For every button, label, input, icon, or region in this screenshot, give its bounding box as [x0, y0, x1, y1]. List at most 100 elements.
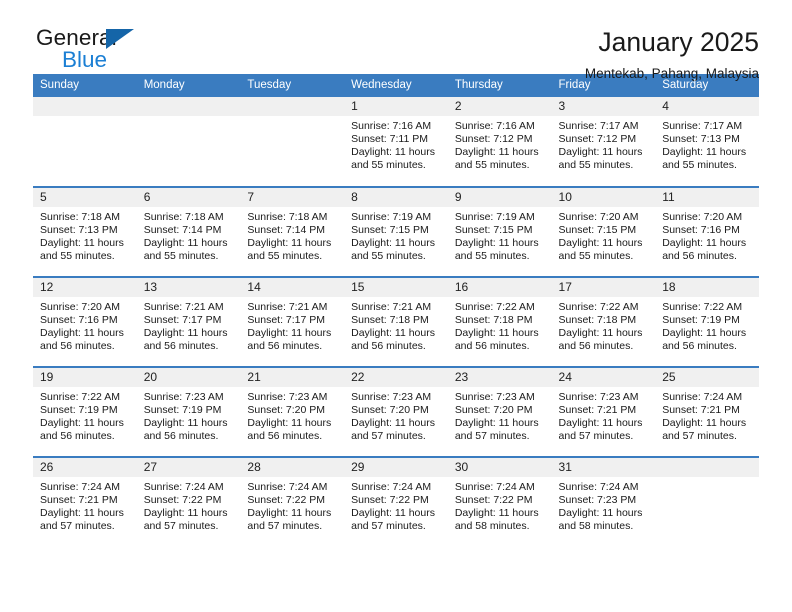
day-sun-info: Sunrise: 7:20 AM Sunset: 7:16 PM Daylight:…	[33, 297, 137, 353]
day-info-line: Sunrise: 7:19 AM	[351, 211, 432, 223]
day-info-line: Sunset: 7:16 PM	[40, 314, 118, 327]
day-number: 24	[551, 368, 656, 387]
day-number: 14	[240, 278, 345, 297]
calendar-day-cell[interactable]: 16 Sunrise: 7:22 AM Sunset: 7:18 PM Dayligh…	[447, 276, 552, 367]
day-info-line: Daylight: 11 hours	[662, 237, 747, 250]
calendar-day-cell[interactable]: 9 Sunrise: 7:19 AM Sunset: 7:15 PM Daylight…	[447, 186, 552, 277]
day-info-line: Daylight: 11 hours	[143, 417, 228, 430]
day-number: 27	[136, 458, 241, 477]
day-info-line: Sunset: 7:15 PM	[454, 224, 533, 237]
calendar-week-row: 12 Sunrise: 7:20 AM Sunset: 7:16 PM Dayligh…	[33, 276, 759, 367]
calendar-day-cell-empty	[33, 97, 137, 187]
calendar-day-cell[interactable]: 5 Sunrise: 7:18 AM Sunset: 7:13 PM Daylight…	[33, 186, 137, 277]
calendar-day-cell[interactable]: 21 Sunrise: 7:23 AM Sunset: 7:20 PM Dayligh…	[240, 366, 345, 457]
day-info-line: Sunset: 7:14 PM	[143, 224, 222, 237]
day-info-line: Sunset: 7:22 PM	[143, 494, 222, 507]
general-blue-logo[interactable]: General Blue	[33, 26, 163, 82]
day-info-line: Sunset: 7:17 PM	[247, 314, 326, 327]
day-info-line: and 55 minutes.	[454, 159, 530, 172]
day-info-line: Sunset: 7:17 PM	[143, 314, 222, 327]
calendar-day-cell[interactable]: 1 Sunrise: 7:16 AM Sunset: 7:11 PM Daylight…	[344, 97, 448, 187]
day-number	[240, 97, 345, 116]
weekday-header-tuesday: Tuesday	[240, 74, 345, 97]
day-info-line: Sunset: 7:19 PM	[40, 404, 118, 417]
triangle-logo-icon	[106, 29, 134, 49]
day-number: 11	[655, 188, 759, 207]
calendar-day-cell[interactable]: 25 Sunrise: 7:24 AM Sunset: 7:21 PM Dayligh…	[655, 366, 759, 457]
calendar-day-cell[interactable]: 13 Sunrise: 7:21 AM Sunset: 7:17 PM Dayligh…	[136, 276, 241, 367]
day-sun-info: Sunrise: 7:16 AM Sunset: 7:11 PM Daylight:…	[344, 116, 448, 172]
day-info-line: Daylight: 11 hours	[351, 237, 435, 250]
day-info-line: Daylight: 11 hours	[662, 327, 747, 340]
day-info-line: Daylight: 11 hours	[247, 327, 332, 340]
calendar-day-cell[interactable]: 2 Sunrise: 7:16 AM Sunset: 7:12 PM Daylight…	[447, 97, 552, 187]
day-number: 3	[551, 97, 656, 116]
day-info-line: Daylight: 11 hours	[351, 507, 435, 520]
day-sun-info: Sunrise: 7:22 AM Sunset: 7:18 PM Daylight:…	[552, 297, 656, 353]
day-number	[136, 97, 241, 116]
day-sun-info	[655, 477, 759, 481]
calendar-week-row: 5 Sunrise: 7:18 AM Sunset: 7:13 PM Daylight…	[33, 186, 759, 277]
calendar-day-cell[interactable]: 30 Sunrise: 7:24 AM Sunset: 7:22 PM Dayligh…	[447, 456, 552, 547]
day-number: 22	[344, 368, 448, 387]
calendar-day-cell[interactable]: 31 Sunrise: 7:24 AM Sunset: 7:23 PM Dayligh…	[551, 456, 656, 547]
day-info-line: and 55 minutes.	[454, 250, 530, 263]
calendar-day-cell[interactable]: 7 Sunrise: 7:18 AM Sunset: 7:14 PM Daylight…	[240, 186, 345, 277]
day-sun-info: Sunrise: 7:24 AM Sunset: 7:21 PM Daylight:…	[33, 477, 137, 533]
calendar-day-cell[interactable]: 17 Sunrise: 7:22 AM Sunset: 7:18 PM Dayligh…	[551, 276, 656, 367]
day-info-line: Sunrise: 7:21 AM	[351, 301, 432, 313]
day-info-line: Sunset: 7:16 PM	[662, 224, 740, 237]
day-info-line: Daylight: 11 hours	[454, 417, 539, 430]
day-info-line: and 55 minutes.	[247, 250, 323, 263]
calendar-day-cell[interactable]: 6 Sunrise: 7:18 AM Sunset: 7:14 PM Daylight…	[136, 186, 241, 277]
day-number	[33, 97, 137, 116]
calendar-day-cell[interactable]: 4 Sunrise: 7:17 AM Sunset: 7:13 PM Daylight…	[655, 97, 759, 187]
calendar-day-cell[interactable]: 8 Sunrise: 7:19 AM Sunset: 7:15 PM Daylight…	[344, 186, 448, 277]
calendar-day-cell[interactable]: 29 Sunrise: 7:24 AM Sunset: 7:22 PM Dayligh…	[344, 456, 448, 547]
calendar-day-cell[interactable]: 19 Sunrise: 7:22 AM Sunset: 7:19 PM Dayligh…	[33, 366, 137, 457]
calendar-day-cell[interactable]: 24 Sunrise: 7:23 AM Sunset: 7:21 PM Dayligh…	[551, 366, 656, 457]
day-info-line: and 57 minutes.	[40, 520, 115, 533]
day-info-line: Sunset: 7:22 PM	[247, 494, 326, 507]
day-info-line: Sunset: 7:12 PM	[558, 133, 637, 146]
calendar-day-cell[interactable]: 28 Sunrise: 7:24 AM Sunset: 7:22 PM Dayligh…	[240, 456, 345, 547]
calendar-day-cell[interactable]: 3 Sunrise: 7:17 AM Sunset: 7:12 PM Daylight…	[551, 97, 656, 187]
calendar-day-cell[interactable]: 11 Sunrise: 7:20 AM Sunset: 7:16 PM Dayligh…	[655, 186, 759, 277]
calendar-day-cell[interactable]: 15 Sunrise: 7:21 AM Sunset: 7:18 PM Dayligh…	[344, 276, 448, 367]
calendar-day-cell[interactable]: 27 Sunrise: 7:24 AM Sunset: 7:22 PM Dayligh…	[136, 456, 241, 547]
day-number: 19	[33, 368, 137, 387]
day-info-line: Sunset: 7:22 PM	[351, 494, 429, 507]
calendar-day-cell[interactable]: 26 Sunrise: 7:24 AM Sunset: 7:21 PM Dayligh…	[33, 456, 137, 547]
day-number: 15	[344, 278, 448, 297]
day-info-line: Sunrise: 7:16 AM	[454, 120, 535, 132]
day-info-line: and 55 minutes.	[40, 250, 115, 263]
day-number: 26	[33, 458, 137, 477]
day-sun-info: Sunrise: 7:19 AM Sunset: 7:15 PM Daylight:…	[448, 207, 552, 263]
calendar-day-cell[interactable]: 14 Sunrise: 7:21 AM Sunset: 7:17 PM Dayligh…	[240, 276, 345, 367]
day-info-line: and 56 minutes.	[454, 340, 530, 353]
day-number: 1	[344, 97, 448, 116]
day-sun-info: Sunrise: 7:21 AM Sunset: 7:18 PM Daylight:…	[344, 297, 448, 353]
day-info-line: Daylight: 11 hours	[454, 327, 539, 340]
calendar-day-cell[interactable]: 20 Sunrise: 7:23 AM Sunset: 7:19 PM Dayligh…	[136, 366, 241, 457]
day-info-line: Sunrise: 7:22 AM	[662, 301, 743, 313]
day-info-line: Daylight: 11 hours	[454, 146, 539, 159]
day-number: 9	[447, 188, 552, 207]
calendar-day-cell[interactable]: 12 Sunrise: 7:20 AM Sunset: 7:16 PM Dayligh…	[33, 276, 137, 367]
day-number: 6	[136, 188, 241, 207]
calendar-day-cell[interactable]: 10 Sunrise: 7:20 AM Sunset: 7:15 PM Dayligh…	[551, 186, 656, 277]
calendar-day-cell[interactable]: 18 Sunrise: 7:22 AM Sunset: 7:19 PM Dayligh…	[655, 276, 759, 367]
day-sun-info: Sunrise: 7:23 AM Sunset: 7:20 PM Daylight:…	[240, 387, 344, 443]
calendar-day-cell[interactable]: 23 Sunrise: 7:23 AM Sunset: 7:20 PM Dayligh…	[447, 366, 552, 457]
calendar-day-cell[interactable]: 22 Sunrise: 7:23 AM Sunset: 7:20 PM Dayligh…	[344, 366, 448, 457]
day-sun-info	[240, 116, 344, 120]
calendar-day-cell-empty	[136, 97, 241, 187]
day-info-line: Sunset: 7:22 PM	[454, 494, 533, 507]
day-info-line: Sunrise: 7:21 AM	[143, 301, 224, 313]
day-info-line: Sunrise: 7:22 AM	[40, 391, 120, 403]
day-info-line: and 57 minutes.	[454, 430, 530, 443]
day-info-line: Sunrise: 7:24 AM	[662, 391, 743, 403]
day-info-line: Sunset: 7:21 PM	[40, 494, 118, 507]
day-info-line: Sunset: 7:18 PM	[558, 314, 637, 327]
day-number	[655, 458, 759, 477]
